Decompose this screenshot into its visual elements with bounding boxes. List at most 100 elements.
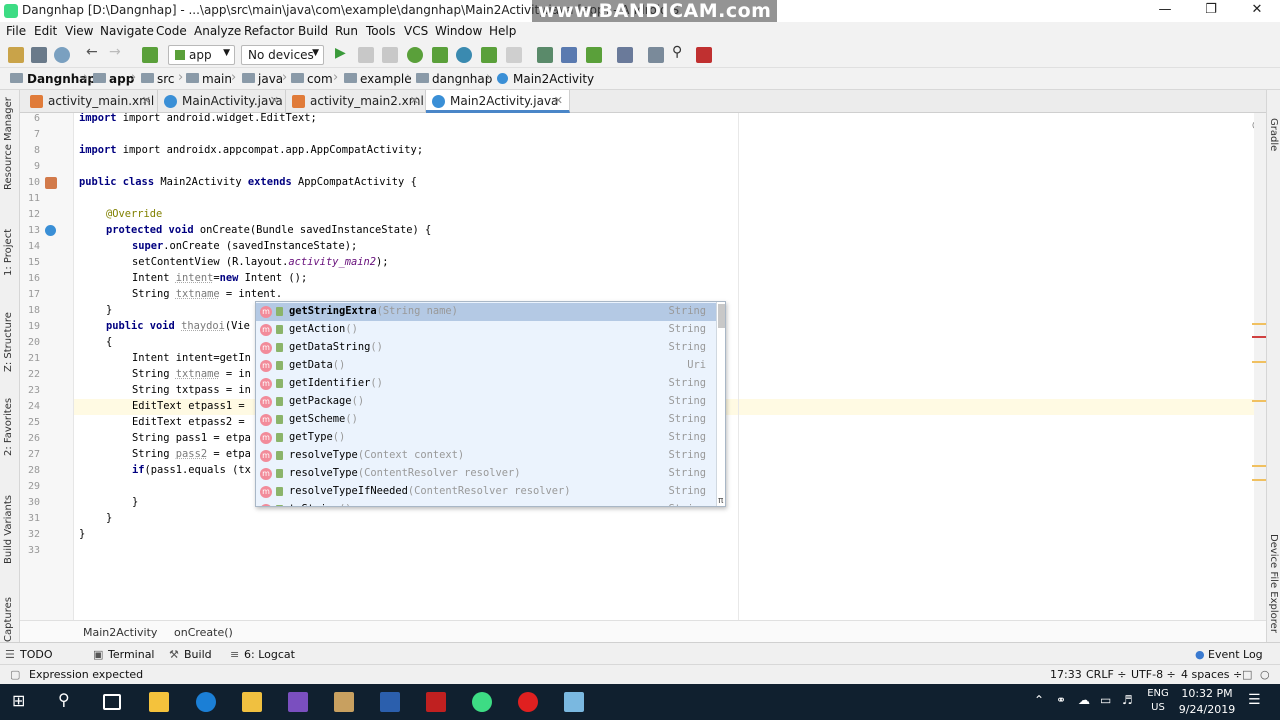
menu-run[interactable]: Run	[335, 24, 358, 38]
battery-icon[interactable]: ▭	[1100, 693, 1111, 707]
code-crumb-method[interactable]: onCreate()	[174, 626, 233, 639]
completion-item[interactable]: m getAction() String	[256, 321, 716, 339]
device-select[interactable]: No devices ▼	[241, 45, 324, 65]
maximize-button[interactable]: ❐	[1188, 0, 1234, 22]
completion-item[interactable]: m resolveType(Context context) String	[256, 447, 716, 465]
close-icon[interactable]: ✕	[410, 94, 419, 107]
completion-item[interactable]: m getStringExtra(String name) String	[256, 303, 716, 321]
warning-marker[interactable]	[1252, 323, 1266, 325]
breadcrumb-example[interactable]: example	[360, 72, 412, 86]
profile-icon[interactable]	[456, 47, 472, 63]
event-log-tab[interactable]: Event Log	[1208, 648, 1263, 661]
code-completion-popup[interactable]: m getStringExtra(String name) String m getA…	[255, 301, 726, 507]
file-explorer-icon[interactable]	[242, 692, 262, 712]
run-config-select[interactable]: app ▼	[168, 45, 235, 65]
layout-inspector-icon[interactable]	[648, 47, 664, 63]
indent-setting[interactable]: 4 spaces ÷	[1181, 668, 1242, 681]
apply-code-icon[interactable]	[382, 47, 398, 63]
build-tab[interactable]: Build	[184, 648, 212, 661]
app-icon[interactable]	[426, 692, 446, 712]
onedrive-icon[interactable]: ☁	[1078, 693, 1090, 707]
edge-icon[interactable]	[196, 692, 216, 712]
completion-item[interactable]: m getScheme() String	[256, 411, 716, 429]
eye-icon[interactable]: ◉	[1252, 118, 1254, 131]
volume-icon[interactable]: ♬	[1122, 693, 1133, 707]
scrollbar-thumb[interactable]	[718, 304, 725, 328]
menu-window[interactable]: Window	[435, 24, 482, 38]
clock[interactable]: 10:32 PM 9/24/2019	[1176, 687, 1238, 716]
breadcrumb-java[interactable]: java	[258, 72, 283, 86]
lock-icon[interactable]: □	[1242, 668, 1252, 681]
sdk-manager-icon[interactable]	[586, 47, 602, 63]
minimize-button[interactable]: —	[1142, 0, 1188, 22]
notifications-icon[interactable]: ☰	[1248, 692, 1261, 708]
menu-build[interactable]: Build	[298, 24, 328, 38]
menu-vcs[interactable]: VCS	[404, 24, 428, 38]
chevron-up-icon[interactable]: ⌃	[1034, 693, 1044, 707]
word-icon[interactable]	[380, 692, 400, 712]
forward-icon[interactable]: →	[109, 44, 125, 60]
completion-scrollbar[interactable]: π	[716, 302, 725, 506]
visual-studio-icon[interactable]	[288, 692, 308, 712]
project-tab[interactable]: 1: Project	[3, 229, 14, 276]
coverage-icon[interactable]	[432, 47, 448, 63]
language-indicator[interactable]: ENG US	[1144, 688, 1172, 713]
menu-tools[interactable]: Tools	[366, 24, 396, 38]
search-icon[interactable]: ⚲	[58, 690, 78, 710]
sync-gradle-icon[interactable]	[537, 47, 553, 63]
menu-help[interactable]: Help	[489, 24, 516, 38]
todo-tab[interactable]: TODO	[20, 648, 53, 661]
completion-item[interactable]: m getType() String	[256, 429, 716, 447]
cursor-position[interactable]: 17:33	[1050, 668, 1082, 681]
close-icon[interactable]: ✕	[142, 94, 151, 107]
captures-tab[interactable]: Captures	[3, 597, 14, 642]
stop-recording-icon[interactable]	[696, 47, 712, 63]
file-encoding[interactable]: UTF-8 ÷	[1131, 668, 1176, 681]
save-icon[interactable]	[31, 47, 47, 63]
menu-file[interactable]: File	[6, 24, 26, 38]
back-icon[interactable]: ←	[86, 44, 102, 60]
resource-manager-tab[interactable]: Resource Manager	[3, 97, 14, 190]
class-gutter-icon[interactable]	[45, 177, 57, 189]
menu-refactor[interactable]: Refactor	[244, 24, 294, 38]
code-crumb-class[interactable]: Main2Activity	[83, 626, 157, 639]
tab-activity-main2-xml[interactable]: activity_main2.xml ✕	[286, 90, 426, 113]
menu-analyze[interactable]: Analyze	[194, 24, 241, 38]
apply-changes-icon[interactable]	[358, 47, 374, 63]
menu-code[interactable]: Code	[156, 24, 187, 38]
open-icon[interactable]	[8, 47, 24, 63]
warning-marker[interactable]	[1252, 361, 1266, 363]
breadcrumb-main2activity[interactable]: Main2Activity	[513, 72, 594, 86]
attach-debugger-icon[interactable]	[481, 47, 497, 63]
build-variants-tab[interactable]: Build Variants	[3, 495, 14, 564]
tools-icon[interactable]	[334, 692, 354, 712]
warning-marker[interactable]	[1252, 465, 1266, 467]
menu-edit[interactable]: Edit	[34, 24, 57, 38]
line-separator[interactable]: CRLF ÷	[1086, 668, 1127, 681]
terminal-tab[interactable]: Terminal	[108, 648, 155, 661]
close-button[interactable]: ✕	[1234, 0, 1280, 22]
project-structure-icon[interactable]	[617, 47, 633, 63]
completion-item[interactable]: m getDataString() String	[256, 339, 716, 357]
notepad-icon[interactable]	[564, 692, 584, 712]
warning-marker[interactable]	[1252, 479, 1266, 481]
warning-marker[interactable]	[1252, 400, 1266, 402]
windows-start-icon[interactable]: ⊞	[12, 691, 32, 711]
inspector-icon[interactable]: ○	[1260, 668, 1270, 681]
task-view-icon[interactable]	[103, 694, 121, 710]
menu-navigate[interactable]: Navigate	[100, 24, 154, 38]
completion-item[interactable]: m getIdentifier() String	[256, 375, 716, 393]
structure-tab[interactable]: Z: Structure	[3, 312, 14, 372]
network-icon[interactable]: ⚭	[1056, 693, 1066, 707]
store-icon[interactable]	[149, 692, 169, 712]
make-project-icon[interactable]	[142, 47, 158, 63]
close-icon[interactable]: ✕	[554, 94, 563, 107]
debug-icon[interactable]	[407, 47, 423, 63]
device-file-explorer-tab[interactable]: Device File Explorer	[1268, 534, 1279, 633]
gradle-tab[interactable]: Gradle	[1268, 118, 1279, 151]
tab-activity-main-xml[interactable]: activity_main.xml ✕	[24, 90, 158, 113]
avd-manager-icon[interactable]	[561, 47, 577, 63]
android-studio-taskbar-icon[interactable]	[472, 692, 492, 712]
run-icon[interactable]: ▶	[335, 45, 351, 61]
breadcrumb-main[interactable]: main	[202, 72, 232, 86]
